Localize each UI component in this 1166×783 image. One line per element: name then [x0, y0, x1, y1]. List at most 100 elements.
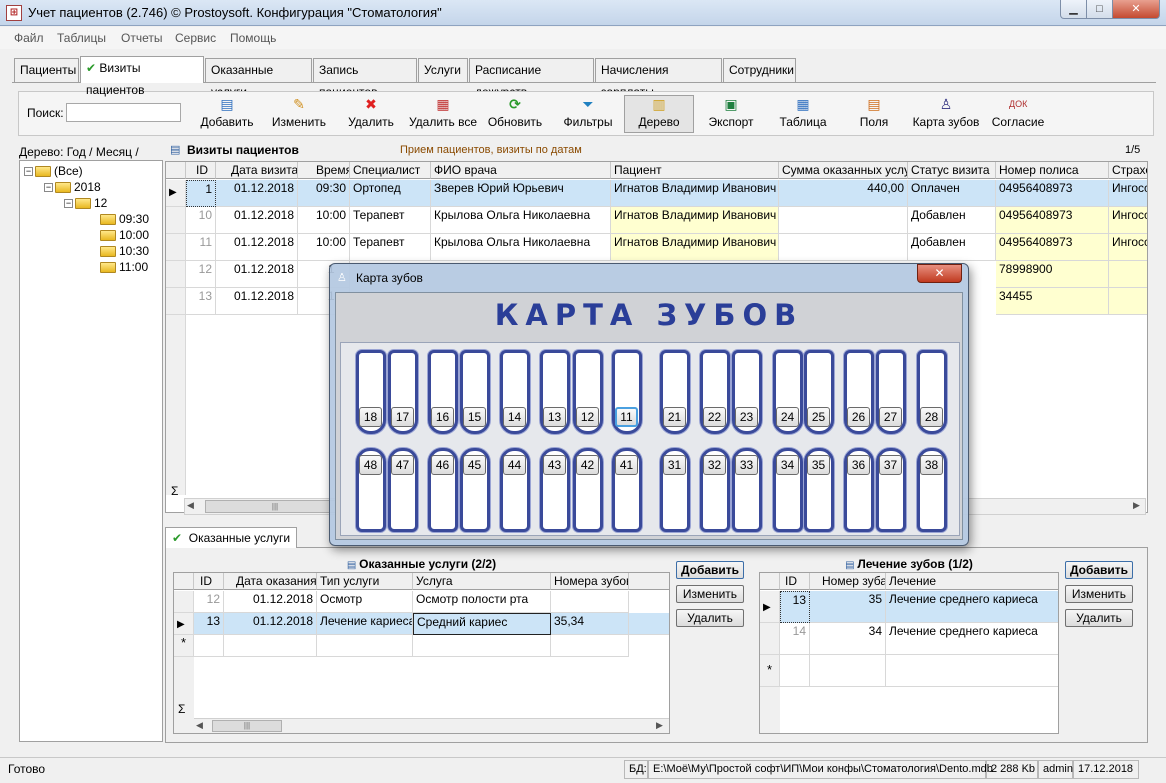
tooth-button-48[interactable]: 48: [359, 455, 382, 475]
grid-cell[interactable]: 01.12.2018: [216, 288, 298, 315]
tooth-button-32[interactable]: 32: [703, 455, 726, 475]
tab-salary[interactable]: Начисления зарплаты: [595, 58, 722, 99]
grid-cell[interactable]: [194, 635, 224, 657]
grid-cell[interactable]: 01.12.2018: [216, 234, 298, 261]
grid-cell[interactable]: [810, 655, 886, 687]
tooth-button-12[interactable]: 12: [576, 407, 599, 427]
scroll-left-icon[interactable]: ◀: [187, 500, 194, 511]
dental-chart-button[interactable]: ♙ Карта зубов: [911, 96, 981, 132]
column-header[interactable]: Пациент: [611, 162, 779, 179]
grid-cell[interactable]: 09:30: [298, 180, 350, 207]
grid-cell[interactable]: Игнатов Владимир Иванович: [611, 234, 779, 261]
scroll-right-icon[interactable]: ▶: [1133, 500, 1140, 511]
tab-rendered-services[interactable]: Оказанные услуги: [205, 58, 312, 99]
collapse-icon[interactable]: −: [64, 199, 73, 209]
horizontal-scrollbar[interactable]: ◀ ||| ▶: [194, 718, 669, 733]
tooth-button-45[interactable]: 45: [463, 455, 486, 475]
column-header[interactable]: Номера зубов: [551, 573, 629, 590]
collapse-icon[interactable]: −: [44, 183, 53, 193]
grid-cell[interactable]: 04956408973: [996, 180, 1109, 207]
column-header[interactable]: Номер зуба: [810, 573, 886, 590]
tooth-button-11[interactable]: 11: [615, 407, 638, 427]
grid-cell[interactable]: 78998900: [996, 261, 1109, 288]
grid-cell[interactable]: Ингосс: [1109, 180, 1147, 207]
column-header[interactable]: Лечение: [886, 573, 1058, 590]
grid-cell[interactable]: [779, 207, 908, 234]
tooth-button-47[interactable]: 47: [391, 455, 414, 475]
tooth-button-44[interactable]: 44: [503, 455, 526, 475]
grid-cell[interactable]: 440,00: [779, 180, 908, 207]
filters-button[interactable]: ⏷ Фильтры: [558, 96, 618, 132]
grid-cell[interactable]: 10:00: [298, 234, 350, 261]
grid-cell[interactable]: 01.12.2018: [224, 591, 317, 613]
column-header[interactable]: Специалист: [350, 162, 431, 179]
grid-cell[interactable]: [551, 635, 629, 657]
search-input[interactable]: [66, 103, 181, 122]
grid-cell[interactable]: Ингосс: [1109, 207, 1147, 234]
grid-cell[interactable]: [317, 635, 413, 657]
tree-node-time[interactable]: 10:30: [100, 244, 149, 258]
collapse-icon[interactable]: −: [24, 167, 33, 177]
grid-cell[interactable]: 13: [194, 613, 224, 635]
tooth-button-46[interactable]: 46: [431, 455, 454, 475]
menu-reports[interactable]: Отчеты: [121, 31, 162, 45]
add-button[interactable]: ▤ Добавить: [198, 96, 256, 132]
tab-employees[interactable]: Сотрудники: [723, 58, 796, 82]
tooth-button-43[interactable]: 43: [543, 455, 566, 475]
grid-cell[interactable]: Крылова Ольга Николаевна: [431, 234, 611, 261]
services-delete-button[interactable]: Удалить: [676, 609, 744, 627]
column-header[interactable]: Сумма оказанных услуг: [779, 162, 908, 179]
menu-file[interactable]: Файл: [14, 31, 44, 45]
tooth-button-26[interactable]: 26: [847, 407, 870, 427]
tooth-button-36[interactable]: 36: [847, 455, 870, 475]
dental-chart-close-button[interactable]: ✕: [917, 264, 962, 283]
tooth-button-27[interactable]: 27: [879, 407, 902, 427]
tooth-button-28[interactable]: 28: [920, 407, 943, 427]
grid-cell[interactable]: Оплачен: [908, 180, 996, 207]
column-header[interactable]: Услуга: [413, 573, 551, 590]
column-header[interactable]: ID: [780, 573, 810, 590]
tooth-button-34[interactable]: 34: [776, 455, 799, 475]
tree-node-time[interactable]: 09:30: [100, 212, 149, 226]
grid-cell[interactable]: [629, 613, 669, 635]
column-header[interactable]: Время: [298, 162, 350, 179]
tooth-button-14[interactable]: 14: [503, 407, 526, 427]
tooth-button-18[interactable]: 18: [359, 407, 382, 427]
menu-service[interactable]: Сервис: [175, 31, 216, 45]
grid-cell[interactable]: Игнатов Владимир Иванович: [611, 180, 779, 207]
grid-cell[interactable]: 01.12.2018: [216, 180, 298, 207]
services-edit-button[interactable]: Изменить: [676, 585, 744, 603]
tooth-button-38[interactable]: 38: [920, 455, 943, 475]
scroll-right-icon[interactable]: ▶: [656, 720, 663, 731]
tree-node-time[interactable]: 10:00: [100, 228, 149, 242]
tooth-button-17[interactable]: 17: [391, 407, 414, 427]
grid-cell[interactable]: [779, 234, 908, 261]
grid-cell[interactable]: Осмотр: [317, 591, 413, 613]
grid-cell[interactable]: 10:00: [298, 207, 350, 234]
grid-cell[interactable]: Ортопед: [350, 180, 431, 207]
close-button[interactable]: ✕: [1112, 0, 1160, 19]
tree-node-year[interactable]: − 2018: [44, 180, 101, 194]
fields-button[interactable]: ▤ Поля: [852, 96, 896, 132]
grid-cell[interactable]: 04956408973: [996, 234, 1109, 261]
grid-cell[interactable]: 13: [780, 591, 810, 623]
delete-all-button[interactable]: ▦ Удалить все: [407, 96, 479, 132]
grid-cell[interactable]: [413, 635, 551, 657]
delete-button[interactable]: ✖ Удалить: [344, 96, 398, 132]
grid-cell[interactable]: Терапевт: [350, 234, 431, 261]
column-header[interactable]: Тип услуги: [317, 573, 413, 590]
grid-cell[interactable]: Зверев Юрий Юрьевич: [431, 180, 611, 207]
column-header[interactable]: Дата визита: [216, 162, 298, 179]
export-button[interactable]: ▣ Экспорт: [703, 96, 759, 132]
grid-cell[interactable]: 10: [186, 207, 216, 234]
tooth-button-13[interactable]: 13: [543, 407, 566, 427]
tab-rendered-services-bottom[interactable]: ✔ Оказанные услуги: [165, 527, 298, 548]
tree-node-all[interactable]: − (Все): [24, 164, 83, 178]
grid-cell[interactable]: Добавлен: [908, 207, 996, 234]
consent-button[interactable]: ДОК Согласие: [989, 96, 1047, 132]
maximize-button[interactable]: □: [1086, 0, 1113, 19]
column-header[interactable]: ID: [186, 162, 216, 179]
grid-cell[interactable]: 13: [186, 288, 216, 315]
column-header[interactable]: Номер полиса: [996, 162, 1109, 179]
tab-appointments[interactable]: Запись пациентов: [313, 58, 417, 99]
